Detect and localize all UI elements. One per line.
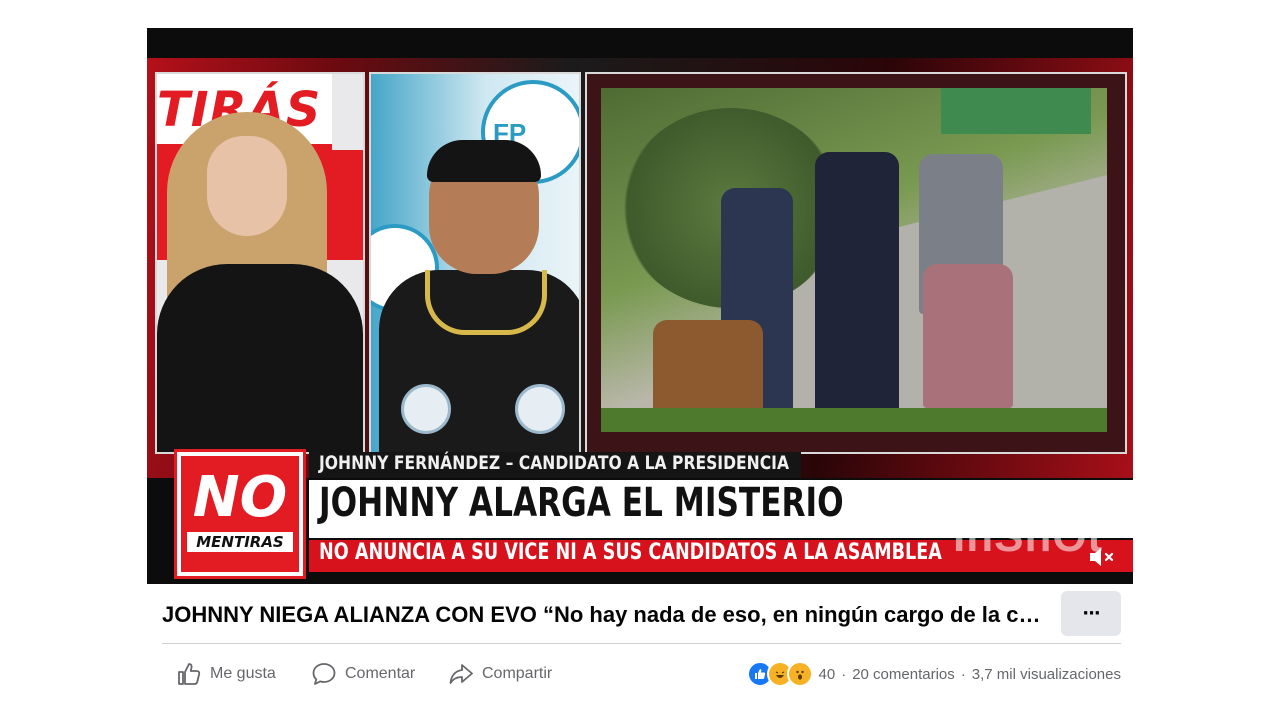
like-label: Me gusta <box>210 665 276 682</box>
wow-reaction-icon <box>786 661 813 687</box>
host-body <box>157 264 363 452</box>
guest-video-panel: FP <box>369 72 581 454</box>
guest-hair <box>427 140 541 182</box>
comment-bubble-icon <box>312 663 336 685</box>
news-photo-panel <box>585 72 1127 454</box>
host-video-panel: TIRÁS <box>155 72 365 454</box>
news-photo <box>601 88 1107 432</box>
photo-hedge <box>601 408 1107 432</box>
guest-collar-pattern <box>425 270 547 335</box>
share-arrow-icon <box>449 664 473 684</box>
lapel-pin-right <box>515 384 565 434</box>
channel-logo: NO MENTIRAS <box>177 452 303 576</box>
more-options-button[interactable]: ··· <box>1061 591 1121 636</box>
photo-green-booth <box>941 88 1091 134</box>
comments-count[interactable]: 20 comentarios <box>852 666 955 683</box>
thumbs-up-icon <box>178 663 201 685</box>
video-player[interactable]: TIRÁS FP NO MENTIRAS JOHNNY FERNÁNDEZ – … <box>147 28 1133 584</box>
divider <box>162 643 1121 644</box>
headline-text: JOHNNY ALARGA EL MISTERIO <box>319 480 844 526</box>
more-options-icon: ··· <box>1082 603 1100 624</box>
share-button[interactable]: Compartir <box>448 656 552 692</box>
topic-text: JOHNNY FERNÁNDEZ – CANDIDATO A LA PRESID… <box>319 452 790 474</box>
host-face <box>207 136 287 236</box>
photo-person-2 <box>815 152 899 412</box>
engagement-stats: 40 · 20 comentarios · 3,7 mil visualizac… <box>746 656 1121 692</box>
comment-label: Comentar <box>345 665 416 682</box>
photo-person-5 <box>653 320 763 420</box>
post-title: JOHNNY NIEGA ALIANZA CON EVO “No hay nad… <box>162 602 1042 627</box>
share-label: Compartir <box>482 665 553 682</box>
subheadline-text: NO ANUNCIA A SU VICE NI A SUS CANDIDATOS… <box>319 540 942 565</box>
channel-logo-main: NO <box>192 465 288 530</box>
comment-button[interactable]: Comentar <box>311 656 415 692</box>
channel-logo-sub: MENTIRAS <box>187 532 293 552</box>
reaction-count[interactable]: 40 <box>819 666 836 683</box>
topic-bar: JOHNNY FERNÁNDEZ – CANDIDATO A LA PRESID… <box>309 452 801 478</box>
inshot-watermark: InShOt <box>953 512 1104 561</box>
reaction-icons[interactable] <box>746 661 813 687</box>
lapel-pin-left <box>401 384 451 434</box>
photo-person-4 <box>923 264 1013 408</box>
stats-separator: · <box>841 665 847 683</box>
views-count: 3,7 mil visualizaciones <box>971 665 1121 683</box>
speaker-muted-icon[interactable] <box>1087 544 1117 570</box>
stats-separator: · <box>960 665 966 683</box>
like-button[interactable]: Me gusta <box>176 656 276 692</box>
